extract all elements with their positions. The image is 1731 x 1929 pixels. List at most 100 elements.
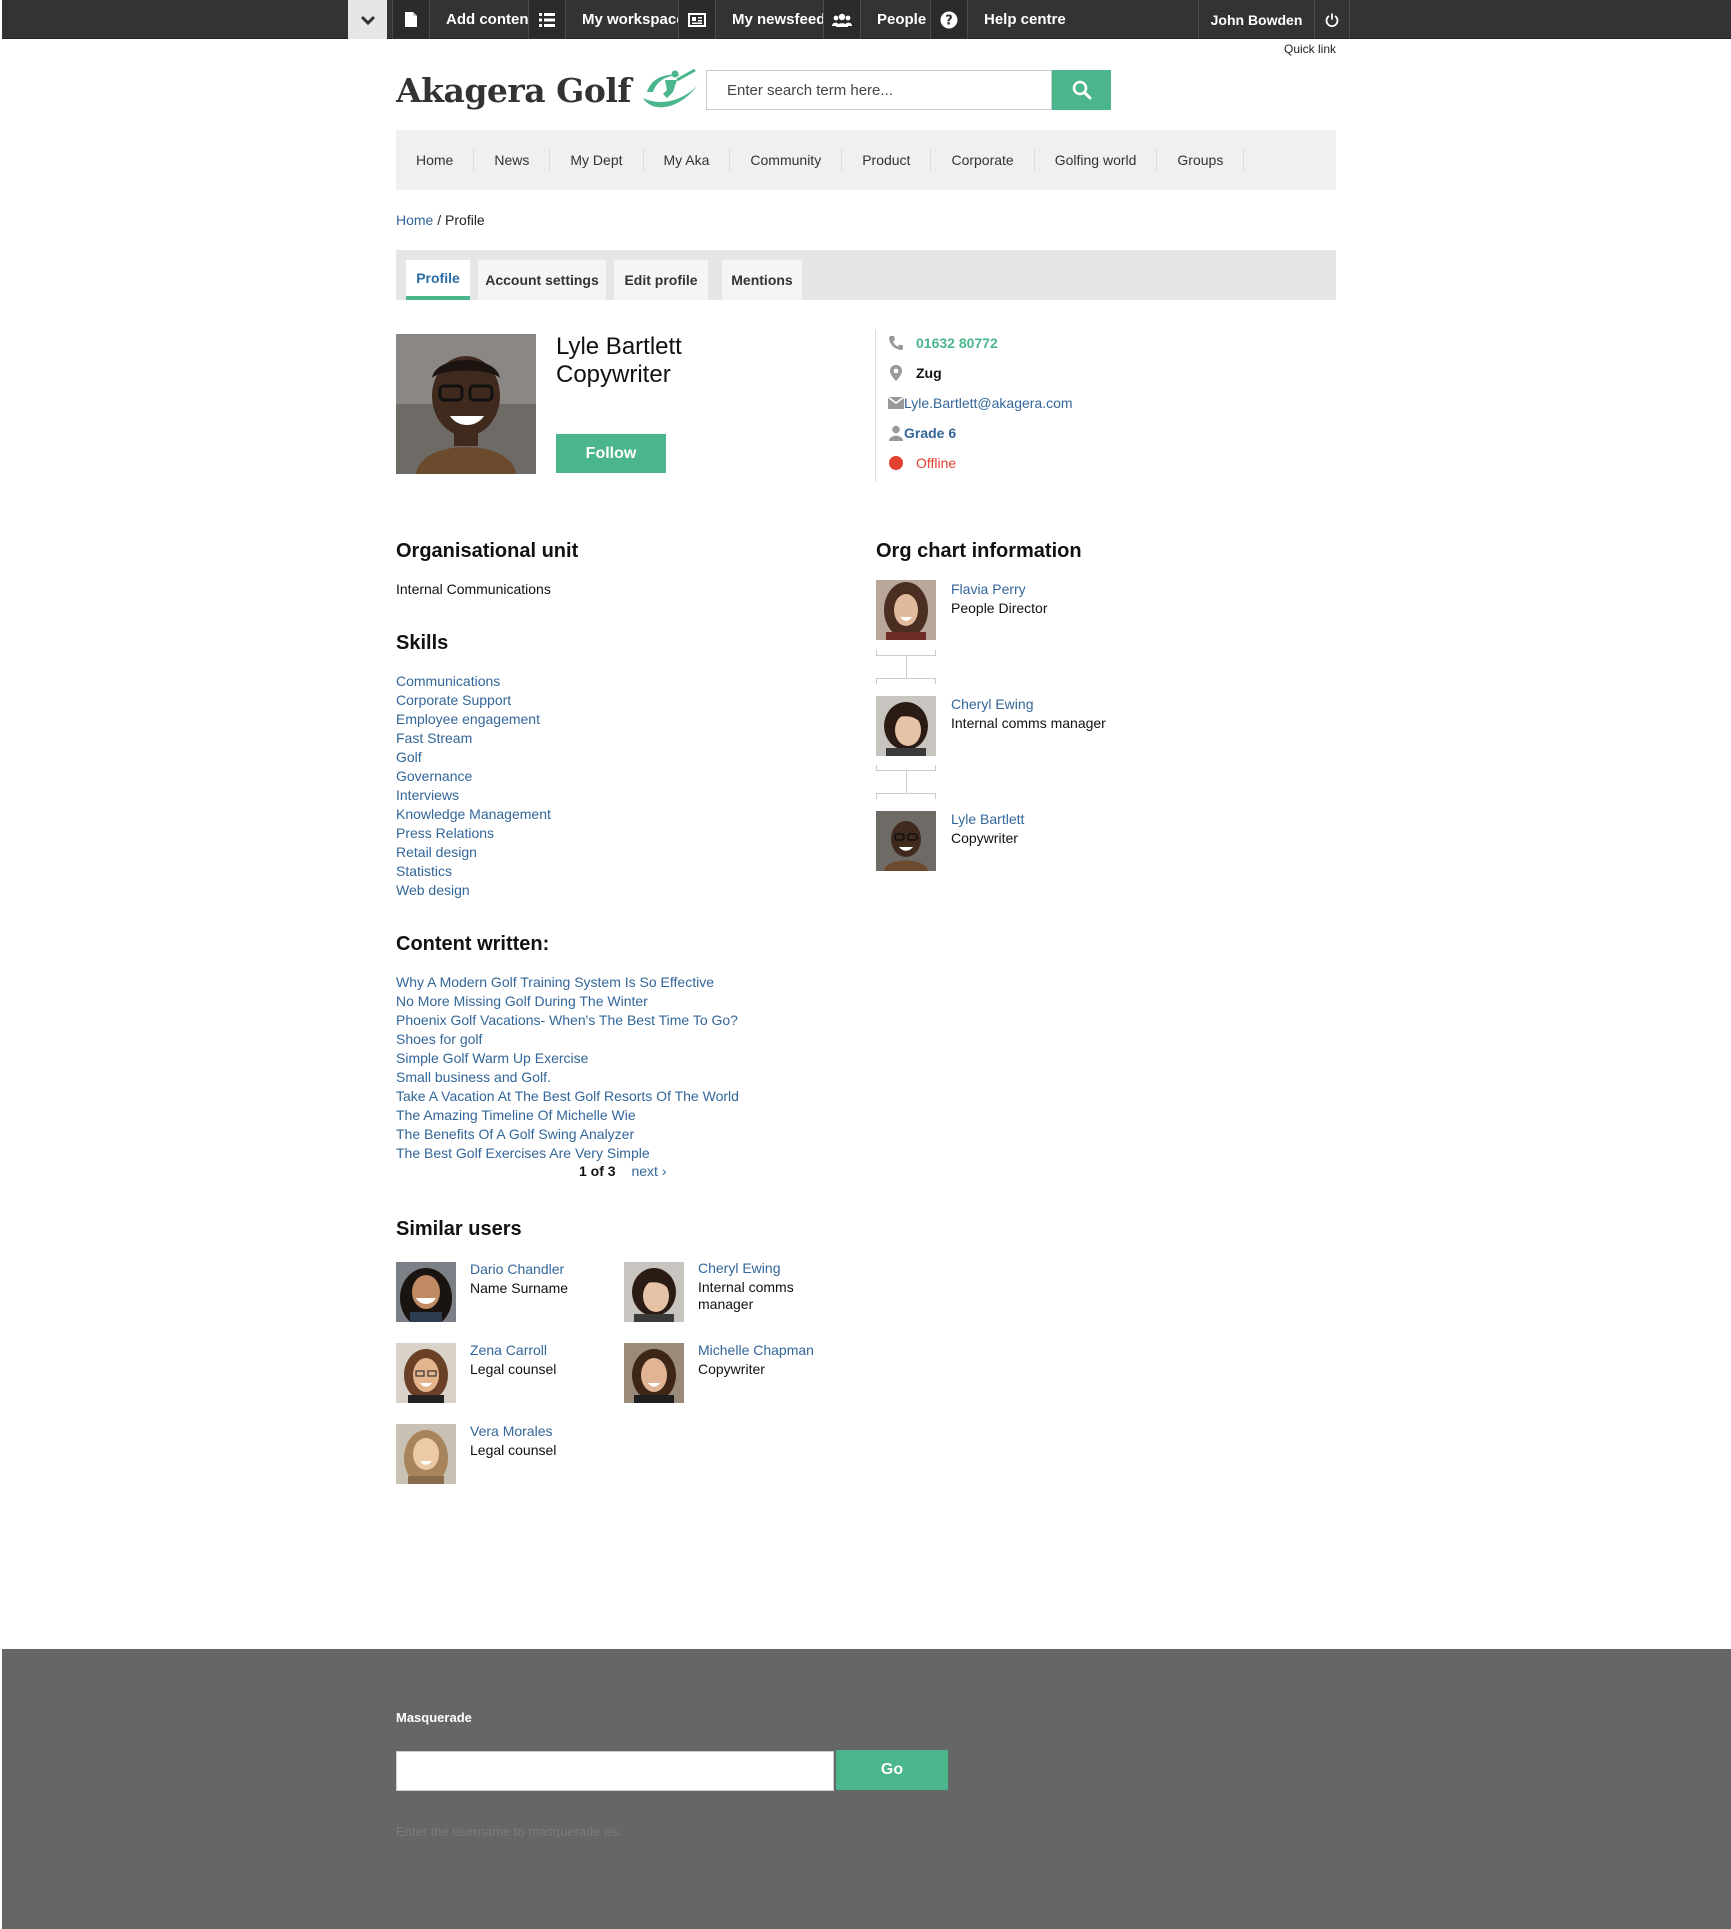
content-link[interactable]: No More Missing Golf During The Winter — [396, 993, 648, 1009]
similar-user-avatar[interactable] — [624, 1262, 684, 1322]
search-icon — [1072, 80, 1091, 100]
profile-tabs: Profile Account settings Edit profile Me… — [396, 250, 1336, 300]
skill-link[interactable]: Interviews — [396, 787, 459, 803]
location-pin-icon — [890, 365, 902, 381]
nav-item-home[interactable]: Home — [396, 149, 475, 171]
nav-item-groups[interactable]: Groups — [1157, 149, 1245, 171]
similar-user-name-link[interactable]: Zena Carroll — [470, 1342, 547, 1358]
similar-user-avatar[interactable] — [396, 1424, 456, 1484]
skill-link[interactable]: Employee engagement — [396, 711, 540, 727]
similar-user-avatar[interactable] — [396, 1343, 456, 1403]
contact-status: Offline — [916, 455, 957, 471]
org-unit-heading: Organisational unit — [396, 540, 579, 562]
content-link[interactable]: The Amazing Timeline Of Michelle Wie — [396, 1107, 636, 1123]
nav-item-product[interactable]: Product — [842, 149, 932, 171]
follow-button[interactable]: Follow — [556, 434, 666, 473]
phone-icon — [889, 336, 903, 350]
contact-status-row: Offline — [888, 453, 956, 473]
content-link[interactable]: Small business and Golf. — [396, 1069, 551, 1085]
nav-item-golfing-world[interactable]: Golfing world — [1035, 149, 1158, 171]
help-centre-button[interactable]: ? Help centre — [930, 0, 1066, 39]
profile-name: Lyle Bartlett — [556, 333, 682, 360]
nav-item-community[interactable]: Community — [730, 149, 843, 171]
skill-link[interactable]: Knowledge Management — [396, 806, 551, 822]
tab-profile[interactable]: Profile — [406, 260, 470, 300]
skill-link[interactable]: Web design — [396, 882, 470, 898]
contact-email-link[interactable]: Lyle.Bartlett@akagera.com — [904, 395, 1073, 411]
skill-link[interactable]: Fast Stream — [396, 730, 472, 746]
my-newsfeed-button[interactable]: My newsfeed — [678, 0, 825, 39]
people-label: People — [877, 11, 927, 28]
org-chart-role: Internal comms manager — [951, 715, 1106, 731]
similar-user-role-line2: manager — [698, 1296, 754, 1312]
similar-user-name-link[interactable]: Michelle Chapman — [698, 1342, 814, 1358]
org-chart-name-link[interactable]: Flavia Perry — [951, 581, 1026, 597]
similar-user-name-link[interactable]: Dario Chandler — [470, 1261, 564, 1277]
file-icon — [405, 12, 417, 27]
logo-text: Akagera Golf — [396, 70, 632, 110]
help-centre-label: Help centre — [984, 11, 1066, 28]
skill-link[interactable]: Communications — [396, 673, 500, 689]
content-link[interactable]: Phoenix Golf Vacations- When's The Best … — [396, 1012, 738, 1028]
search-button[interactable] — [1052, 70, 1111, 110]
breadcrumb-current: Profile — [445, 212, 485, 228]
breadcrumb-home-link[interactable]: Home — [396, 212, 433, 228]
nav-item-my-dept[interactable]: My Dept — [550, 149, 644, 171]
content-link[interactable]: Shoes for golf — [396, 1031, 482, 1047]
skill-link[interactable]: Golf — [396, 749, 422, 765]
content-link[interactable]: Why A Modern Golf Training System Is So … — [396, 974, 714, 990]
contact-location-row: Zug — [888, 363, 942, 383]
skill-link[interactable]: Statistics — [396, 863, 452, 879]
nav-item-news[interactable]: News — [474, 149, 551, 171]
my-workspace-button[interactable]: My workspace — [528, 0, 685, 39]
pager-next-link[interactable]: next › — [631, 1163, 666, 1179]
nav-item-corporate[interactable]: Corporate — [931, 149, 1035, 171]
similar-user-name-link[interactable]: Vera Morales — [470, 1423, 552, 1439]
skill-link[interactable]: Press Relations — [396, 825, 494, 841]
contact-details: 01632 80772 Zug Lyle.Bartlett@akagera.co… — [875, 330, 1175, 482]
contact-email-row: Lyle.Bartlett@akagera.com — [888, 393, 1073, 413]
toolbar-toggle-button[interactable] — [348, 0, 387, 39]
similar-user-name-link[interactable]: Cheryl Ewing — [698, 1260, 780, 1276]
email-icon — [888, 397, 904, 409]
org-chart-name-link[interactable]: Cheryl Ewing — [951, 696, 1033, 712]
svg-text:?: ? — [945, 13, 953, 28]
org-chart-avatar[interactable] — [876, 811, 936, 871]
contact-phone-row: 01632 80772 — [888, 333, 998, 353]
content-link[interactable]: Take A Vacation At The Best Golf Resorts… — [396, 1088, 739, 1104]
add-content-button[interactable]: Add content — [392, 0, 534, 39]
content-link[interactable]: The Benefits Of A Golf Swing Analyzer — [396, 1126, 634, 1142]
skill-link[interactable]: Corporate Support — [396, 692, 511, 708]
quick-link[interactable]: Quick link — [1250, 42, 1336, 56]
similar-user-avatar[interactable] — [624, 1343, 684, 1403]
people-button[interactable]: People — [823, 0, 926, 39]
nav-item-my-aka[interactable]: My Aka — [644, 149, 731, 171]
masquerade-label: Masquerade — [396, 1710, 472, 1725]
content-link[interactable]: Simple Golf Warm Up Exercise — [396, 1050, 588, 1066]
content-written-heading: Content written: — [396, 933, 550, 955]
org-chart-avatar[interactable] — [876, 580, 936, 640]
similar-user-role: Legal counsel — [470, 1361, 557, 1377]
org-chart-role: People Director — [951, 600, 1048, 616]
similar-user-avatar[interactable] — [396, 1262, 456, 1322]
tab-account-settings[interactable]: Account settings — [478, 260, 606, 300]
user-menu-button[interactable]: John Bowden — [1198, 0, 1314, 39]
contact-grade-link[interactable]: Grade 6 — [904, 425, 956, 441]
org-chart-name-link[interactable]: Lyle Bartlett — [951, 811, 1024, 827]
content-link[interactable]: The Best Golf Exercises Are Very Simple — [396, 1145, 650, 1161]
org-chart-avatar[interactable] — [876, 696, 936, 756]
search-input[interactable] — [706, 70, 1052, 110]
logout-button[interactable] — [1314, 0, 1350, 39]
skill-link[interactable]: Retail design — [396, 844, 477, 860]
masquerade-go-button[interactable]: Go — [836, 1750, 948, 1790]
contact-location: Zug — [916, 365, 942, 381]
tab-mentions[interactable]: Mentions — [722, 260, 802, 300]
site-logo[interactable]: Akagera Golf — [396, 68, 703, 112]
masquerade-username-input[interactable] — [396, 1751, 834, 1791]
contact-phone[interactable]: 01632 80772 — [916, 335, 998, 351]
footer: Masquerade Go Enter the username to masq… — [2, 1649, 1731, 1929]
pager-current: 1 of 3 — [579, 1163, 616, 1179]
skill-link[interactable]: Governance — [396, 768, 472, 784]
content-written-list: Why A Modern Golf Training System Is So … — [396, 973, 739, 1163]
tab-edit-profile[interactable]: Edit profile — [614, 260, 708, 300]
